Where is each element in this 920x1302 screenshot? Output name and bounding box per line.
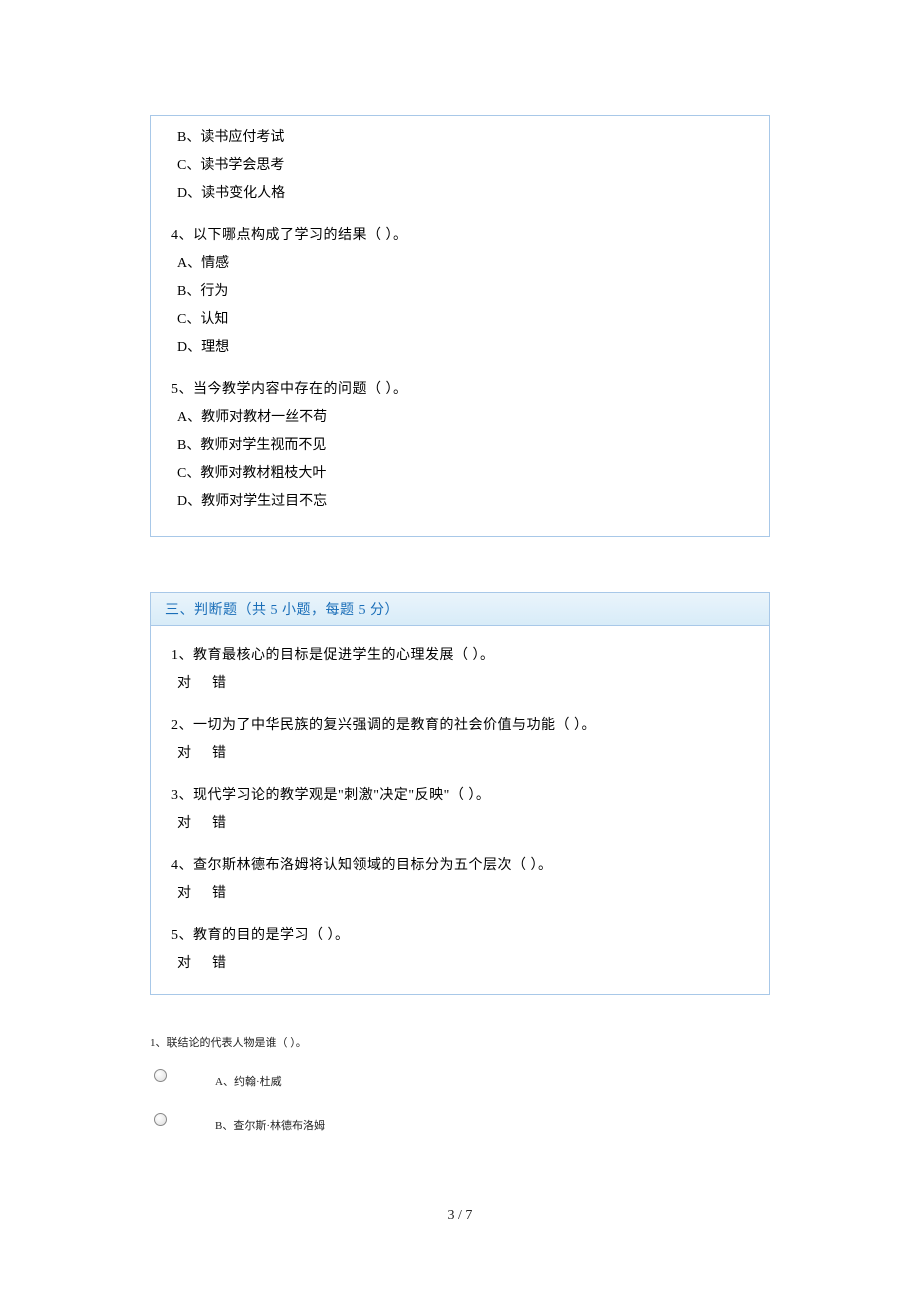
bottom-question-block: 1、联结论的代表人物是谁（ ）。 A、约翰·杜威 B、查尔斯·林德布洛姆	[150, 1035, 770, 1133]
tf-q1-false[interactable]: 错	[212, 676, 226, 691]
tf-q5-true[interactable]: 对	[177, 956, 191, 971]
tf-q2-options: 对 错	[171, 740, 749, 768]
q5-option-d: D、教师对学生过目不忘	[171, 488, 749, 516]
tf-q5-options: 对 错	[171, 950, 749, 978]
radio-icon[interactable]	[154, 1069, 167, 1082]
tf-q2-false[interactable]: 错	[212, 746, 226, 761]
bottom-q1-option-a-label: A、约翰·杜威	[215, 1063, 282, 1089]
q4-option-c: C、认知	[171, 306, 749, 334]
document-page: B、读书应付考试 C、读书学会思考 D、读书变化人格 4、以下哪点构成了学习的结…	[0, 0, 920, 1284]
multiple-choice-box: B、读书应付考试 C、读书学会思考 D、读书变化人格 4、以下哪点构成了学习的结…	[150, 115, 770, 537]
true-false-box: 1、教育最核心的目标是促进学生的心理发展（ ）。 对 错 2、一切为了中华民族的…	[150, 626, 770, 995]
q3-option-b: B、读书应付考试	[171, 124, 749, 152]
tf-q4-options: 对 错	[171, 880, 749, 908]
tf-q4-false[interactable]: 错	[212, 886, 226, 901]
q4-option-a: A、情感	[171, 250, 749, 278]
tf-q2-stem: 2、一切为了中华民族的复兴强调的是教育的社会价值与功能（ ）。	[171, 712, 749, 740]
q3-option-d: D、读书变化人格	[171, 180, 749, 208]
section-3-header: 三、判断题（共 5 小题，每题 5 分）	[150, 592, 770, 626]
q5-option-b: B、教师对学生视而不见	[171, 432, 749, 460]
tf-q3-options: 对 错	[171, 810, 749, 838]
q5-stem: 5、当今教学内容中存在的问题（ ）。	[171, 376, 749, 404]
q4-stem: 4、以下哪点构成了学习的结果（ ）。	[171, 222, 749, 250]
radio-icon[interactable]	[154, 1113, 167, 1126]
q5-option-c: C、教师对教材粗枝大叶	[171, 460, 749, 488]
q4-option-b: B、行为	[171, 278, 749, 306]
tf-q3-true[interactable]: 对	[177, 816, 191, 831]
tf-q5-false[interactable]: 错	[212, 956, 226, 971]
tf-q4-stem: 4、查尔斯林德布洛姆将认知领域的目标分为五个层次（ ）。	[171, 852, 749, 880]
tf-q4-true[interactable]: 对	[177, 886, 191, 901]
tf-q1-stem: 1、教育最核心的目标是促进学生的心理发展（ ）。	[171, 642, 749, 670]
q4-option-d: D、理想	[171, 334, 749, 362]
bottom-q1-stem: 1、联结论的代表人物是谁（ ）。	[150, 1035, 770, 1053]
tf-q3-stem: 3、现代学习论的教学观是"刺激"决定"反映"（ ）。	[171, 782, 749, 810]
q3-option-c: C、读书学会思考	[171, 152, 749, 180]
bottom-q1-option-a-row[interactable]: A、约翰·杜威	[150, 1063, 770, 1089]
tf-q1-true[interactable]: 对	[177, 676, 191, 691]
bottom-q1-option-b-label: B、查尔斯·林德布洛姆	[215, 1107, 325, 1133]
tf-q5-stem: 5、教育的目的是学习（ ）。	[171, 922, 749, 950]
bottom-q1-option-b-row[interactable]: B、查尔斯·林德布洛姆	[150, 1107, 770, 1133]
page-footer: 3 / 7	[150, 1208, 770, 1224]
tf-q3-false[interactable]: 错	[212, 816, 226, 831]
tf-q1-options: 对 错	[171, 670, 749, 698]
tf-q2-true[interactable]: 对	[177, 746, 191, 761]
q5-option-a: A、教师对教材一丝不苟	[171, 404, 749, 432]
